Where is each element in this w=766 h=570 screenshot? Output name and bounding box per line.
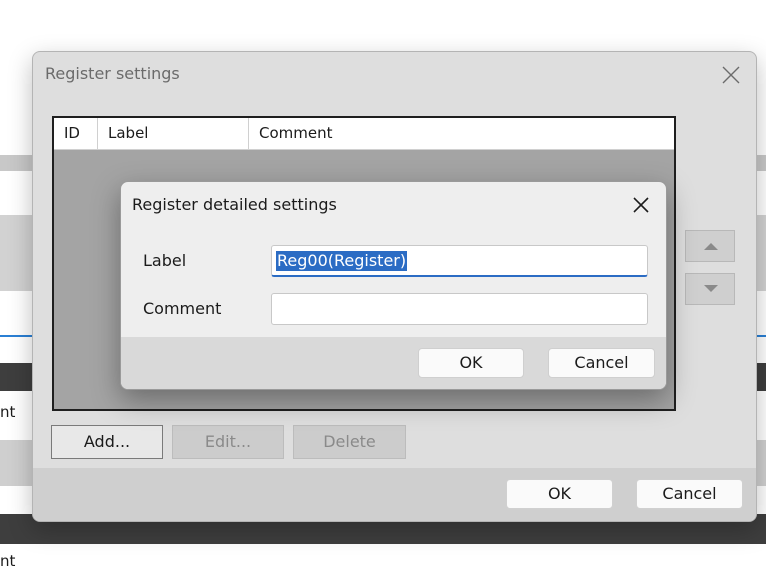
label-caption: Label: [143, 251, 187, 270]
column-header-id[interactable]: ID: [54, 118, 98, 149]
delete-button[interactable]: Delete: [293, 425, 406, 459]
list-header: ID Label Comment: [54, 118, 674, 150]
label-field[interactable]: Reg00(Register): [271, 245, 648, 277]
edit-button[interactable]: Edit...: [172, 425, 284, 459]
triangle-up-icon: [704, 243, 718, 250]
move-up-button[interactable]: [685, 230, 735, 262]
comment-field[interactable]: [271, 293, 648, 325]
register-detailed-settings-dialog: Register detailed settings Label Reg00(R…: [120, 181, 667, 390]
dialog-title: Register detailed settings: [132, 195, 337, 214]
add-button[interactable]: Add...: [51, 425, 163, 459]
cancel-button[interactable]: Cancel: [636, 479, 743, 509]
background-text-fragment: nt: [0, 403, 16, 421]
selected-text: Reg00(Register): [276, 251, 408, 271]
close-icon[interactable]: [720, 64, 742, 86]
triangle-down-icon: [704, 285, 718, 292]
close-icon[interactable]: [630, 194, 652, 216]
move-down-button[interactable]: [685, 273, 735, 305]
ok-button[interactable]: OK: [506, 479, 613, 509]
comment-caption: Comment: [143, 299, 222, 318]
ok-button[interactable]: OK: [418, 348, 524, 378]
dialog-title: Register settings: [45, 64, 180, 83]
background-text-fragment-2: nt: [0, 552, 16, 570]
column-header-label[interactable]: Label: [98, 118, 249, 149]
cancel-button[interactable]: Cancel: [548, 348, 655, 378]
column-header-comment[interactable]: Comment: [249, 118, 549, 149]
